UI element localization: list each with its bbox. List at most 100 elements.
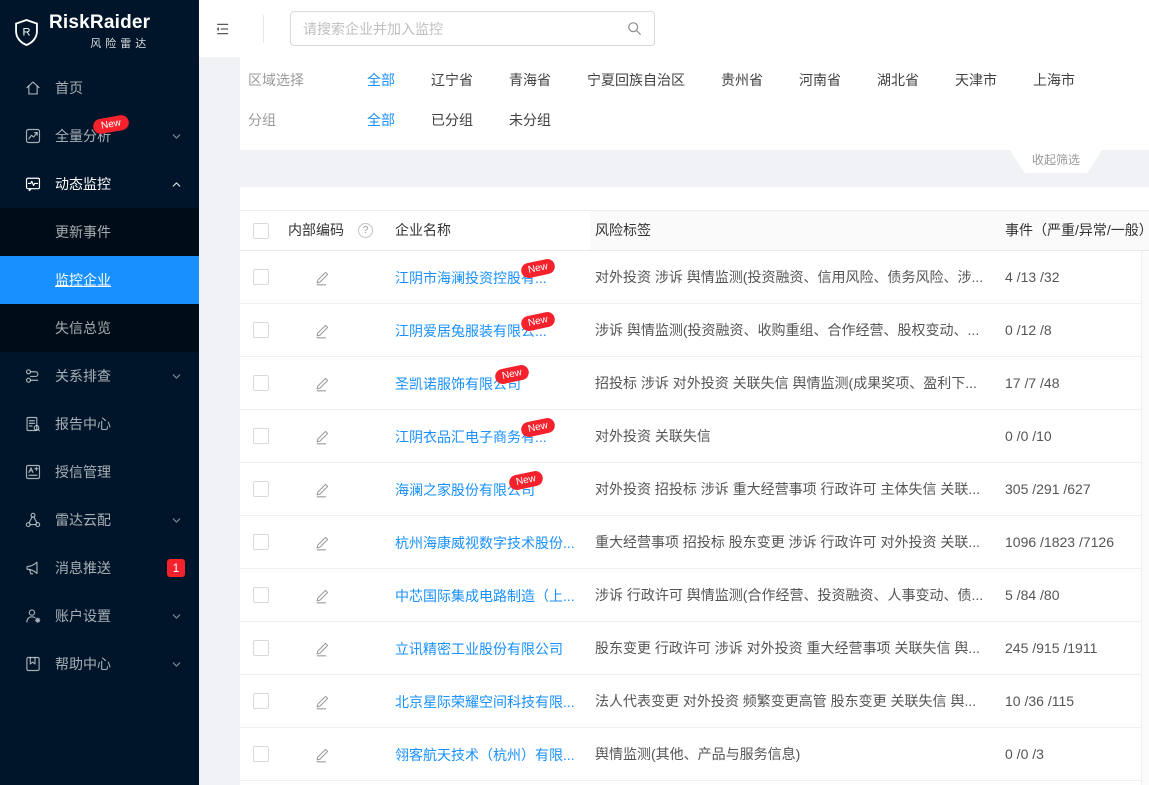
event-counts: 0 /0 /10 [1005,410,1052,463]
sidebar-item-report-center[interactable]: 报告中心 [0,400,199,448]
filter-option[interactable]: 辽宁省 [431,70,473,90]
company-link[interactable]: 翎客航天技术（杭州）有限... [395,729,575,782]
sidebar-item-label: 关系排查 [55,366,111,386]
filter-panel: 区域选择全部辽宁省青海省宁夏回族自治区贵州省河南省湖北省天津市上海市分组全部已分… [240,57,1149,150]
row-checkbox[interactable] [253,322,269,338]
event-counts: 5 /84 /80 [1005,569,1060,622]
sidebar-menu: 首页全量分析New 动态监控更新事件监控企业失信总览关系排查报告中心授信管理雷达云… [0,64,199,688]
sidebar-item-home[interactable]: 首页 [0,64,199,112]
topbar-divider [263,15,264,43]
event-counts: 1096 /1823 /7126 [1005,516,1114,569]
sidebar-item-label: 动态监控 [55,174,111,194]
event-counts: 0 /0 /3 [1005,728,1044,781]
company-link[interactable]: 圣凯诺服饰有限公司 [395,358,521,411]
filter-option[interactable]: 全部 [367,110,395,130]
row-checkbox[interactable] [253,269,269,285]
sidebar-item-message-push[interactable]: 消息推送1 [0,544,199,592]
sidebar-item-radar-cloud[interactable]: 雷达云配 [0,496,199,544]
report-icon [24,415,42,433]
edit-icon[interactable] [313,427,332,446]
chart-icon [24,127,42,145]
message-icon [24,559,42,577]
company-link[interactable]: 中芯国际集成电路制造（上... [395,570,575,623]
search-box [290,11,655,46]
column-header-name: 企业名称 [395,211,451,250]
row-checkbox[interactable] [253,587,269,603]
edit-icon[interactable] [313,692,332,711]
table-row: 圣凯诺服饰有限公司New招投标 涉诉 对外投资 关联失信 舆情监测(成果奖项、盈… [240,357,1149,410]
filter-option[interactable]: 河南省 [799,70,841,90]
filter-option[interactable]: 上海市 [1033,70,1075,90]
risk-tags: 涉诉 行政许可 舆情监测(合作经营、投资融资、人事变动、债... [595,569,993,622]
table-row: 海澜之家股份有限公司New对外投资 招投标 涉诉 重大经营事项 行政许可 主体失… [240,463,1149,516]
home-icon [24,79,42,97]
row-checkbox[interactable] [253,534,269,550]
row-checkbox[interactable] [253,375,269,391]
event-counts: 305 /291 /627 [1005,463,1091,516]
edit-icon[interactable] [313,533,332,552]
sidebar-item-dishonesty-overview[interactable]: 失信总览 [0,304,199,352]
filter-option[interactable]: 湖北省 [877,70,919,90]
collapse-filter-button[interactable]: 收起筛选 [1010,150,1102,173]
sidebar-item-help-center[interactable]: 帮助中心 [0,640,199,688]
company-link[interactable]: 江阴爱居兔服装有限公... [395,305,547,358]
help-icon [24,655,42,673]
company-link[interactable]: 立讯精密工业股份有限公司 [395,623,563,676]
filter-option[interactable]: 宁夏回族自治区 [587,70,685,90]
search-input[interactable] [291,12,654,45]
company-link[interactable]: 杭州海康威视数字技术股份... [395,517,575,570]
column-header-events: 事件（严重/异常/一般） [1005,211,1149,250]
row-checkbox[interactable] [253,746,269,762]
edit-icon[interactable] [313,745,332,764]
filter-option[interactable]: 已分组 [431,110,473,130]
chevron-down-icon [170,610,183,623]
edit-icon[interactable] [313,639,332,658]
sidebar-item-label: 雷达云配 [55,510,111,530]
sidebar-item-monitored-companies[interactable]: 监控企业 [0,256,199,304]
sidebar-item-full-analysis[interactable]: 全量分析New [0,112,199,160]
edit-icon[interactable] [313,374,332,393]
filter-row: 区域选择全部辽宁省青海省宁夏回族自治区贵州省河南省湖北省天津市上海市 [240,60,1149,100]
filter-option[interactable]: 天津市 [955,70,997,90]
risk-tags: 舆情监测(其他、产品与服务信息) [595,728,993,781]
sidebar-item-credit-management[interactable]: 授信管理 [0,448,199,496]
search-icon[interactable] [626,20,643,37]
sidebar-item-label: 首页 [55,78,83,98]
company-link[interactable]: 江阴衣品汇电子商务有... [395,411,547,464]
row-checkbox[interactable] [253,481,269,497]
filter-option[interactable]: 青海省 [509,70,551,90]
relation-icon [24,367,42,385]
row-checkbox[interactable] [253,693,269,709]
sidebar-item-relation-check[interactable]: 关系排查 [0,352,199,400]
filter-option[interactable]: 未分组 [509,110,551,130]
filter-label: 分组 [240,110,367,130]
sidebar-item-dynamic-monitor[interactable]: 动态监控 [0,160,199,208]
app-logo[interactable]: R RiskRaider 风险雷达 [0,0,199,61]
company-link[interactable]: 江阴市海澜投资控股有... [395,252,547,305]
company-link[interactable]: 海澜之家股份有限公司 [395,464,535,517]
edit-icon[interactable] [313,480,332,499]
sidebar-item-account-settings[interactable]: 账户设置 [0,592,199,640]
new-badge: New [92,114,130,135]
table-row: 杭州海康威视数字技术股份...重大经营事项 招投标 股东变更 涉诉 行政许可 对… [240,516,1149,569]
table-row: 江阴市海澜投资控股有...New对外投资 涉诉 舆情监测(投资融资、信用风险、债… [240,251,1149,304]
row-checkbox[interactable] [253,640,269,656]
edit-icon[interactable] [313,321,332,340]
event-counts: 17 /7 /48 [1005,357,1060,410]
table-scrollbar[interactable] [1141,251,1149,785]
company-link[interactable]: 北京星际荣耀空间科技有限... [395,676,575,729]
help-circle-icon[interactable]: ? [358,223,373,238]
risk-tags: 招投标 涉诉 对外投资 关联失信 舆情监测(成果奖项、盈利下... [595,357,993,410]
chevron-down-icon [170,658,183,671]
sidebar-item-label: 报告中心 [55,414,111,434]
topbar [199,0,1149,57]
filter-option[interactable]: 贵州省 [721,70,763,90]
filter-option[interactable]: 全部 [367,70,395,90]
edit-icon[interactable] [313,268,332,287]
menu-fold-icon[interactable] [214,21,231,37]
edit-icon[interactable] [313,586,332,605]
row-checkbox[interactable] [253,428,269,444]
table-row: 中芯国际集成电路制造（上... 涉诉 行政许可 舆情监测(合作经营、投资融资、人事… [240,569,1149,622]
sidebar-item-update-events[interactable]: 更新事件 [0,208,199,256]
select-all-checkbox[interactable] [253,223,269,239]
